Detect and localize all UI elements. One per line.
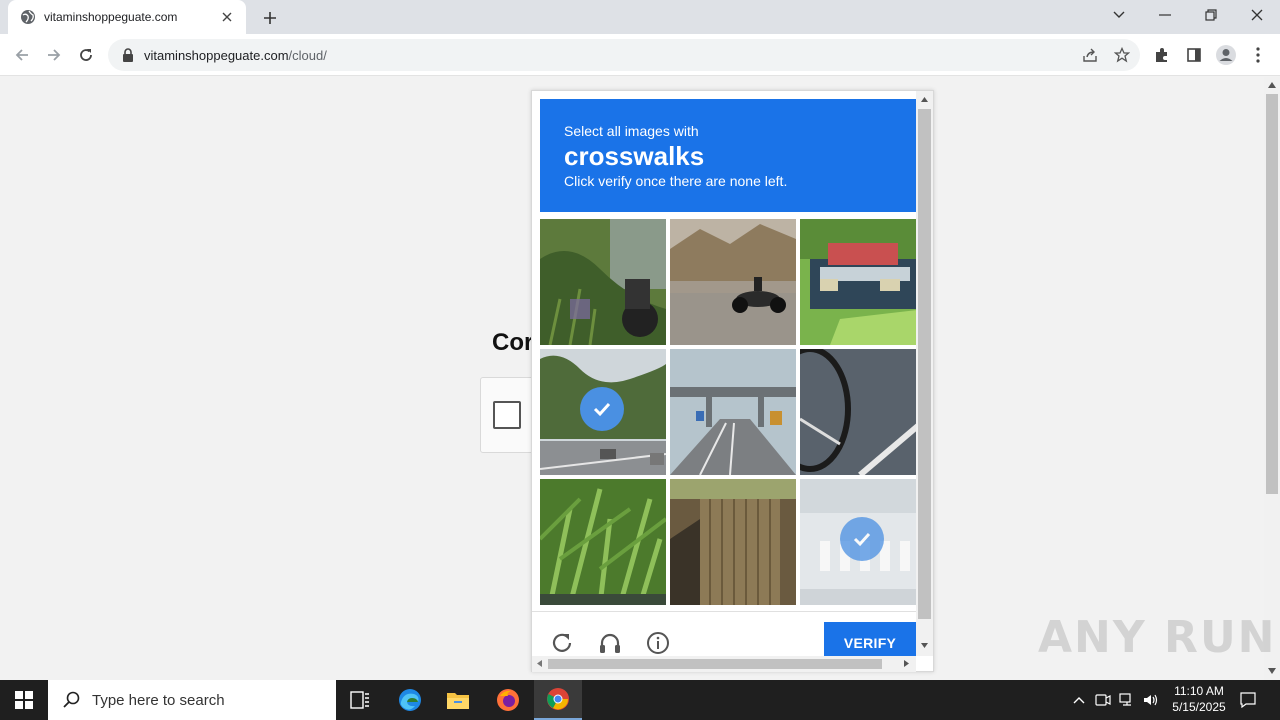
edge-browser-icon[interactable] xyxy=(386,680,434,720)
selected-check-icon xyxy=(580,387,624,431)
menu-kebab-icon[interactable] xyxy=(1244,41,1272,69)
captcha-tile[interactable] xyxy=(670,349,796,475)
url-text: vitaminshoppeguate.com/cloud/ xyxy=(144,48,327,63)
clock-time: 11:10 AM xyxy=(1174,684,1224,698)
captcha-vertical-thumb[interactable] xyxy=(918,109,931,619)
bookmark-star-icon[interactable] xyxy=(1108,41,1136,69)
scroll-down-icon[interactable] xyxy=(1268,668,1276,674)
captcha-tile[interactable] xyxy=(540,349,666,475)
windows-taskbar: Type here to search 11:10 AM 5/15/2025 xyxy=(0,680,1280,720)
captcha-scroll-right-icon[interactable] xyxy=(904,660,909,667)
captcha-challenge: Select all images with crosswalks Click … xyxy=(531,90,934,672)
chrome-icon[interactable] xyxy=(534,680,582,720)
scroll-up-icon[interactable] xyxy=(1268,82,1276,88)
captcha-tile[interactable] xyxy=(670,479,796,605)
refresh-icon[interactable] xyxy=(548,629,576,657)
side-panel-icon[interactable] xyxy=(1180,41,1208,69)
task-view-icon[interactable] xyxy=(336,680,384,720)
captcha-grid xyxy=(540,219,926,605)
reload-icon[interactable] xyxy=(72,41,100,69)
search-icon xyxy=(62,690,82,710)
back-icon[interactable] xyxy=(8,41,36,69)
captcha-scroll-up-icon[interactable] xyxy=(921,97,928,102)
network-icon[interactable] xyxy=(1116,680,1138,720)
tab-search-icon[interactable] xyxy=(1096,0,1142,30)
page-scroll-thumb[interactable] xyxy=(1266,94,1278,494)
globe-icon xyxy=(20,9,36,25)
volume-icon[interactable] xyxy=(1140,680,1162,720)
captcha-target: crosswalks xyxy=(564,141,705,171)
close-tab-icon[interactable] xyxy=(218,8,236,26)
captcha-tile[interactable] xyxy=(670,219,796,345)
captcha-divider xyxy=(532,611,918,612)
captcha-tile[interactable] xyxy=(800,219,926,345)
captcha-header: Select all images with crosswalks Click … xyxy=(540,99,916,212)
share-icon[interactable] xyxy=(1076,41,1104,69)
captcha-instruction: Click verify once there are none left. xyxy=(564,173,788,189)
url-domain: vitaminshoppeguate.com xyxy=(144,47,289,63)
captcha-tile[interactable] xyxy=(540,219,666,345)
captcha-scroll-left-icon[interactable] xyxy=(537,660,542,667)
minimize-button[interactable] xyxy=(1142,0,1188,30)
captcha-horizontal-scrollbar[interactable] xyxy=(532,656,916,672)
selected-check-icon xyxy=(840,517,884,561)
notifications-icon[interactable] xyxy=(1236,680,1260,720)
profile-avatar-icon[interactable] xyxy=(1212,41,1240,69)
forward-icon[interactable] xyxy=(40,41,68,69)
tab-title: vitaminshoppeguate.com xyxy=(44,10,178,24)
browser-toolbar: vitaminshoppeguate.com/cloud/ xyxy=(0,34,1280,76)
restore-button[interactable] xyxy=(1188,0,1234,30)
system-clock[interactable]: 11:10 AM 5/15/2025 xyxy=(1160,683,1238,717)
captcha-tile[interactable] xyxy=(800,349,926,475)
captcha-vertical-scrollbar[interactable] xyxy=(916,91,933,656)
clock-date: 5/15/2025 xyxy=(1172,700,1226,714)
page-heading: Cor xyxy=(492,329,534,356)
page-scrollbar[interactable] xyxy=(1264,77,1280,680)
windows-start-icon[interactable] xyxy=(0,680,48,720)
lock-icon[interactable] xyxy=(120,47,136,63)
new-tab-button[interactable] xyxy=(258,6,282,30)
file-explorer-icon[interactable] xyxy=(434,680,482,720)
url-path: /cloud/ xyxy=(288,47,327,63)
audio-headphones-icon[interactable] xyxy=(596,629,624,657)
meet-now-icon[interactable] xyxy=(1092,680,1114,720)
captcha-scroll-down-icon[interactable] xyxy=(921,643,928,648)
address-bar[interactable]: vitaminshoppeguate.com/cloud/ xyxy=(108,39,1140,71)
captcha-checkbox[interactable] xyxy=(493,401,521,429)
info-icon[interactable] xyxy=(644,629,672,657)
taskbar-search-box[interactable]: Type here to search xyxy=(48,680,336,720)
extensions-icon[interactable] xyxy=(1148,41,1176,69)
tab-strip: vitaminshoppeguate.com xyxy=(0,0,1280,34)
show-hidden-icons-chevron-up-icon[interactable] xyxy=(1068,680,1090,720)
captcha-horizontal-thumb[interactable] xyxy=(548,659,882,669)
captcha-subtitle: Select all images with xyxy=(564,123,699,139)
close-window-button[interactable] xyxy=(1234,0,1280,30)
captcha-tile[interactable] xyxy=(800,479,926,605)
search-placeholder: Type here to search xyxy=(92,691,225,709)
captcha-tile[interactable] xyxy=(540,479,666,605)
anyrun-watermark: ANY RUN xyxy=(1038,612,1277,663)
browser-tab[interactable]: vitaminshoppeguate.com xyxy=(8,0,246,34)
firefox-icon[interactable] xyxy=(484,680,532,720)
